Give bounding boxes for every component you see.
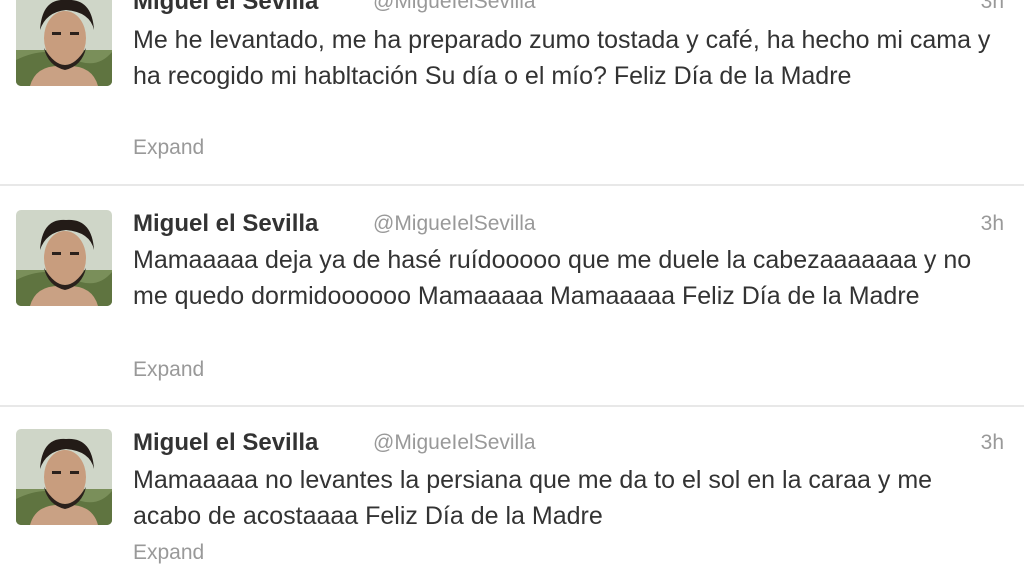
profile-photo: [16, 210, 112, 306]
tweet-header: Miguel el Sevilla @MigueIelSevilla 3h: [133, 0, 1004, 20]
tweet-timestamp[interactable]: 3h: [981, 431, 1004, 455]
tweet-timestamp[interactable]: 3h: [981, 0, 1004, 14]
tweet-header: Miguel el Sevilla @MigueIelSevilla 3h: [133, 429, 1004, 461]
profile-photo: [16, 429, 112, 525]
author-handle[interactable]: @MigueIelSevilla: [373, 0, 536, 14]
avatar[interactable]: [16, 429, 112, 525]
tweet-3[interactable]: Miguel el Sevilla @MigueIelSevilla 3h Ma…: [0, 407, 1024, 576]
author-name[interactable]: Miguel el Sevilla: [133, 429, 318, 457]
expand-link[interactable]: Expand: [133, 358, 204, 382]
tweet-timeline: Miguel el Sevilla @MigueIelSevilla 3h Me…: [0, 0, 1024, 576]
avatar[interactable]: [16, 0, 112, 86]
tweet-text: Mamaaaaa deja ya de hasé ruídooooo que m…: [133, 246, 972, 310]
tweet-timestamp[interactable]: 3h: [981, 212, 1004, 236]
tweet-2[interactable]: Miguel el Sevilla @MigueIelSevilla 3h Ma…: [0, 186, 1024, 404]
author-name[interactable]: Miguel el Sevilla: [133, 0, 318, 16]
tweet-header: Miguel el Sevilla @MigueIelSevilla 3h: [133, 210, 1004, 242]
author-handle[interactable]: @MigueIelSevilla: [373, 431, 536, 455]
tweet-1[interactable]: Miguel el Sevilla @MigueIelSevilla 3h Me…: [0, 0, 1024, 185]
expand-link[interactable]: Expand: [133, 541, 204, 565]
author-handle[interactable]: @MigueIelSevilla: [373, 212, 536, 236]
profile-photo: [16, 0, 112, 86]
author-name[interactable]: Miguel el Sevilla: [133, 210, 318, 238]
tweet-text: Me he levantado, me ha preparado zumo to…: [133, 26, 991, 90]
tweet-text: Mamaaaaa no levantes la persiana que me …: [133, 466, 933, 530]
expand-link[interactable]: Expand: [133, 136, 204, 160]
avatar[interactable]: [16, 210, 112, 306]
